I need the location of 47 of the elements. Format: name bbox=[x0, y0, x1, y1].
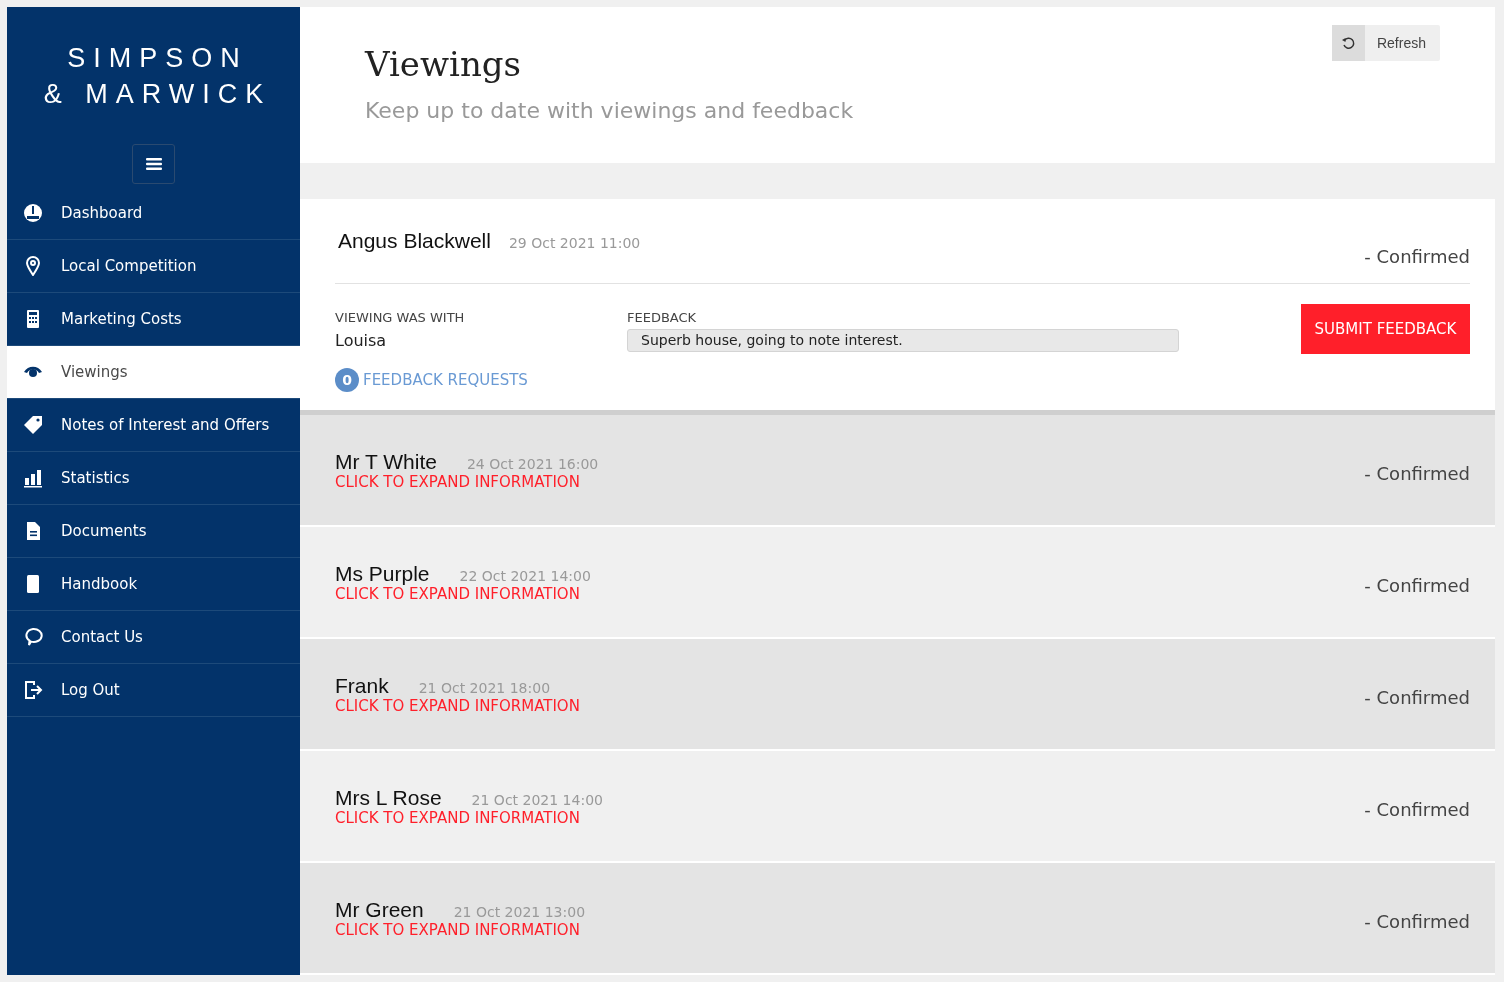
viewing-date: 29 Oct 2021 11:00 bbox=[508, 235, 641, 251]
viewer-name: Mr Green bbox=[335, 898, 424, 922]
brand-logo-text: SIMPSON bbox=[66, 42, 249, 75]
viewer-name: Ms Purple bbox=[335, 562, 430, 586]
viewing-status: - Confirmed bbox=[1364, 246, 1470, 267]
viewing-row[interactable]: Angus Blackwell 29 Oct 2021 11:00 - Confirmed VIEWING WAS WITH Louisa FEEDBACK Superb house, going to note interest. SUBMIT FEEDBACK 0 FEEDBACK REQUESTS bbox=[300, 199, 1495, 415]
submit-feedback-button[interactable]: SUBMIT FEEDBACK bbox=[1301, 304, 1470, 354]
viewing-status: - Confirmed bbox=[1364, 574, 1470, 596]
viewing-date: 22 Oct 2021 14:00 bbox=[459, 568, 591, 584]
sidebar-item[interactable]: Handbook bbox=[7, 558, 300, 611]
field-label: FEEDBACK bbox=[627, 310, 698, 325]
viewing-status: - Confirmed bbox=[1364, 686, 1470, 708]
viewing-status: - Confirmed bbox=[1364, 798, 1470, 820]
viewer-name: Frank bbox=[335, 674, 389, 698]
viewing-date: 21 Oct 2021 13:00 bbox=[453, 904, 586, 920]
viewing-date: 21 Oct 2021 18:00 bbox=[418, 680, 551, 696]
viewer-name: Mrs L Rose bbox=[335, 786, 442, 810]
count-badge: 0 bbox=[335, 368, 359, 392]
speech-bubble-icon bbox=[23, 627, 43, 647]
viewing-row[interactable]: Frank 21 Oct 2021 18:00 CLICK TO EXPAND INFORMATION - Confirmed bbox=[300, 639, 1495, 751]
sidebar-item[interactable]: Notes of Interest and Offers bbox=[7, 399, 300, 452]
feedback-field[interactable]: Superb house, going to note interest. bbox=[627, 329, 1179, 352]
viewing-date: 21 Oct 2021 14:00 bbox=[471, 792, 603, 808]
field-label: VIEWING WAS WITH bbox=[335, 310, 466, 325]
agent-name: Louisa bbox=[335, 331, 388, 350]
map-pin-icon bbox=[23, 256, 43, 276]
tag-icon bbox=[23, 415, 43, 435]
viewer-name: Angus Blackwell bbox=[338, 229, 491, 253]
refresh-button[interactable]: Refresh bbox=[1331, 25, 1440, 61]
viewing-row[interactable]: Mr Green 21 Oct 2021 13:00 CLICK TO EXPAND INFORMATION - Confirmed bbox=[300, 863, 1495, 975]
brand-logo-text: & MARWICK bbox=[43, 78, 272, 111]
viewing-status: - Confirmed bbox=[1364, 462, 1470, 484]
page-title: Viewings bbox=[365, 44, 523, 84]
viewing-status: - Confirmed bbox=[1364, 910, 1470, 932]
logout-icon bbox=[23, 680, 43, 700]
menu-button[interactable] bbox=[132, 144, 175, 184]
menu-icon bbox=[145, 158, 162, 170]
sidebar-item[interactable]: Documents bbox=[7, 505, 300, 558]
gauge-icon bbox=[23, 203, 43, 223]
viewing-row[interactable]: Mr T White 24 Oct 2021 16:00 CLICK TO EXPAND INFORMATION - Confirmed bbox=[300, 415, 1495, 527]
bar-chart-icon bbox=[23, 468, 43, 488]
sidebar-item[interactable]: Dashboard bbox=[7, 187, 300, 240]
refresh-icon bbox=[1341, 36, 1356, 50]
page-subtitle: Keep up to date with viewings and feedback bbox=[365, 98, 854, 123]
sidebar-item[interactable]: Viewings bbox=[7, 346, 300, 399]
viewer-name: Mr T White bbox=[335, 450, 437, 474]
viewing-date: 24 Oct 2021 16:00 bbox=[466, 456, 599, 472]
